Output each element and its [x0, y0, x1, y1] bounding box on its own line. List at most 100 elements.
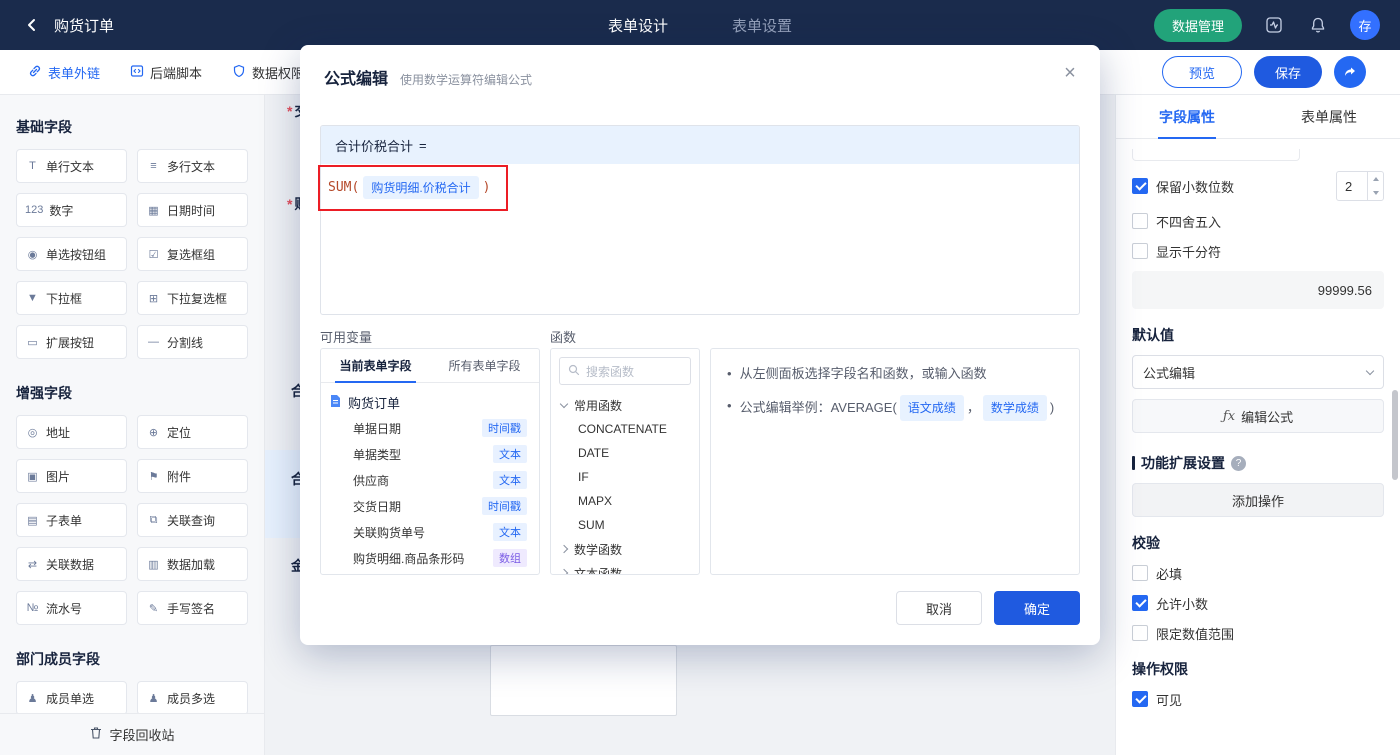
field-palette-item[interactable]: ⇄ 关联数据 [16, 547, 127, 581]
back-icon[interactable] [20, 13, 44, 37]
function-search-placeholder: 搜索函数 [586, 364, 635, 379]
field-palette-label: 数字 [49, 203, 74, 218]
preview-button[interactable]: 预览 [1162, 56, 1242, 88]
data-manage-button[interactable]: 数据管理 [1153, 8, 1242, 42]
field-type-icon: ≡ [150, 160, 157, 172]
tab-all-form-fields[interactable]: 所有表单字段 [430, 349, 539, 382]
field-palette-item[interactable]: ⊕ 定位 [137, 415, 248, 449]
field-palette-item[interactable]: ◎ 地址 [16, 415, 127, 449]
required-checkbox[interactable] [1132, 565, 1148, 581]
topbar: 购货订单 表单设计 表单设置 数据管理 存 [0, 0, 1400, 50]
variables-root-node[interactable]: 购货订单 [329, 389, 531, 415]
canvas-form-field[interactable] [490, 645, 677, 716]
field-palette-item[interactable]: № 流水号 [16, 591, 127, 625]
function-item[interactable]: IF [561, 465, 689, 489]
field-palette-item[interactable]: ♟ 成员多选 [137, 681, 248, 715]
backend-script-item[interactable]: 后端脚本 [130, 63, 202, 82]
tab-field-properties[interactable]: 字段属性 [1116, 95, 1258, 138]
default-value-title: 默认值 [1132, 327, 1174, 343]
variable-field-label: 供应商 [353, 473, 390, 488]
field-palette-item[interactable]: ▼ 下拉框 [16, 281, 127, 315]
selected-field-highlight [265, 450, 301, 538]
default-value-select[interactable]: 公式编辑 [1132, 355, 1384, 389]
tab-form-design[interactable]: 表单设计 [608, 15, 668, 36]
formula-editor[interactable]: 合计价税合计 = [320, 125, 1080, 315]
function-group-text[interactable]: 文本函数 [559, 561, 689, 574]
field-palette-item[interactable]: ⧉ 关联查询 [137, 503, 248, 537]
field-palette-item[interactable]: ♟ 成员单选 [16, 681, 127, 715]
field-palette-item[interactable]: ◉ 单选按钮组 [16, 237, 127, 271]
properties-panel: 字段属性 表单属性 保留小数位数 2 不四舍五入 显示千分符 99999.56 … [1115, 95, 1400, 755]
variable-field-row[interactable]: 单据类型 文本 [329, 441, 531, 467]
confirm-button[interactable]: 确定 [994, 591, 1080, 625]
field-palette-item[interactable]: ✎ 手写签名 [137, 591, 248, 625]
stepper-down-icon[interactable] [1368, 186, 1383, 200]
bell-icon[interactable] [1306, 13, 1330, 37]
variable-field-row[interactable]: 供应商 文本 [329, 467, 531, 493]
function-item[interactable]: MAPX [561, 489, 689, 513]
cancel-button[interactable]: 取消 [896, 591, 982, 625]
formula-expression[interactable]: SUM( 购货明细.价税合计 ) [328, 176, 490, 199]
tab-current-form-fields[interactable]: 当前表单字段 [321, 349, 430, 383]
field-recycle-bin[interactable]: 字段回收站 [0, 713, 264, 755]
variable-field-row[interactable]: 单据日期 时间戳 [329, 415, 531, 441]
visible-checkbox[interactable] [1132, 691, 1148, 707]
field-type-badge: 数组 [493, 549, 527, 567]
field-palette-sidebar: 基础字段 T 单行文本 ≡ 多行文本 123 数字 ▦ 日期时间 ◉ 单选按钮组… [0, 95, 265, 755]
close-icon[interactable]: × [1056, 59, 1084, 87]
help-icon[interactable]: ? [1231, 455, 1246, 471]
field-palette-item[interactable]: ☑ 复选框组 [137, 237, 248, 271]
link-icon [28, 64, 42, 81]
field-palette-item[interactable]: ▥ 数据加载 [137, 547, 248, 581]
data-permission-item[interactable]: 数据权限 [232, 63, 304, 82]
save-button[interactable]: 保存 [1254, 56, 1322, 88]
allow-decimal-checkbox[interactable] [1132, 595, 1148, 611]
tab-form-settings[interactable]: 表单设置 [732, 15, 792, 36]
field-palette-item[interactable]: T 单行文本 [16, 149, 127, 183]
function-item[interactable]: DATE [561, 441, 689, 465]
function-search-input[interactable]: 搜索函数 [559, 357, 691, 385]
variable-field-row[interactable]: 交货日期 时间戳 [329, 493, 531, 519]
function-item[interactable]: CONCATENATE [561, 417, 689, 441]
decimal-places-checkbox[interactable] [1132, 178, 1148, 194]
field-palette-item[interactable]: ▭ 扩展按钮 [16, 325, 127, 359]
range-limit-checkbox[interactable] [1132, 625, 1148, 641]
variable-field-row[interactable]: 关联购货单号 文本 [329, 519, 531, 545]
field-palette-item[interactable]: ⊞ 下拉复选框 [137, 281, 248, 315]
tab-form-properties[interactable]: 表单属性 [1258, 95, 1400, 138]
field-palette-label: 多行文本 [167, 159, 216, 174]
function-group-math[interactable]: 数学函数 [559, 537, 689, 561]
stepper-up-icon[interactable] [1368, 172, 1383, 186]
function-item[interactable]: SUM [561, 513, 689, 537]
decimal-places-stepper[interactable]: 2 [1336, 171, 1384, 201]
field-palette-item[interactable]: ⚑ 附件 [137, 459, 248, 493]
field-palette-item[interactable]: ▤ 子表单 [16, 503, 127, 537]
share-icon[interactable] [1334, 56, 1366, 88]
add-action-button[interactable]: 添加操作 [1132, 483, 1384, 517]
avatar[interactable]: 存 [1350, 10, 1380, 40]
field-palette-label: 流水号 [46, 601, 83, 616]
field-type-icon: ♟ [148, 692, 159, 705]
field-type-icon: ⊕ [148, 426, 159, 439]
field-palette-item[interactable]: ▦ 日期时间 [137, 193, 248, 227]
field-type-icon: ⚑ [148, 470, 159, 483]
topbar-tabs: 表单设计 表单设置 [608, 15, 792, 36]
function-group-common[interactable]: 常用函数 [559, 393, 689, 417]
panel-scrollbar[interactable] [1392, 390, 1398, 480]
field-palette-item[interactable]: ▣ 图片 [16, 459, 127, 493]
allow-decimal-option: 允许小数 [1132, 593, 1384, 613]
field-palette-item[interactable]: ≡ 多行文本 [137, 149, 248, 183]
validation-title: 校验 [1132, 535, 1160, 551]
section-title-enhanced: 增强字段 [16, 385, 72, 401]
field-palette-item[interactable]: ― 分割线 [137, 325, 248, 359]
form-external-link-item[interactable]: 表单外链 [28, 63, 100, 82]
field-palette-item[interactable]: 123 数字 [16, 193, 127, 227]
workflow-icon[interactable] [1262, 13, 1286, 37]
variables-panel: 当前表单字段 所有表单字段 购货订单 单据日期 时间戳 单据类型 文本 供应商 … [320, 348, 540, 575]
variable-field-label: 购货明细.商品条形码 [353, 551, 465, 566]
edit-formula-button[interactable]: ƒx 编辑公式 [1132, 399, 1384, 433]
variable-field-row[interactable]: 购货明细.商品条形码 数组 [329, 545, 531, 571]
thousand-separator-checkbox[interactable] [1132, 243, 1148, 259]
formula-field-chip[interactable]: 购货明细.价税合计 [363, 176, 479, 199]
no-rounding-checkbox[interactable] [1132, 213, 1148, 229]
